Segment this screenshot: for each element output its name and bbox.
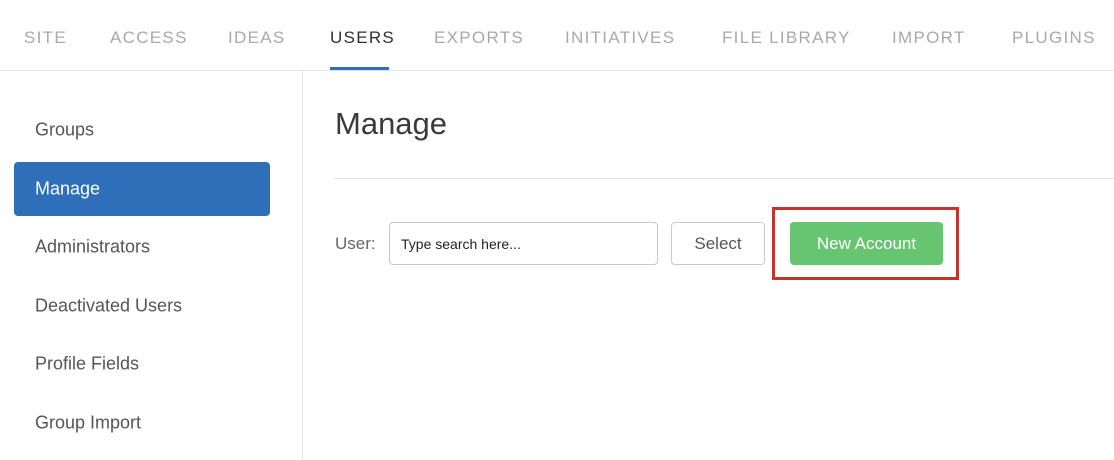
tab-exports[interactable]: EXPORTS	[434, 28, 524, 48]
tab-users[interactable]: USERS	[330, 28, 395, 48]
sidebar: Groups Manage Administrators Deactivated…	[0, 71, 303, 460]
sidebar-item-label: Profile Fields	[35, 353, 140, 374]
tab-file-library[interactable]: FILE LIBRARY	[722, 28, 851, 48]
user-field-label: User:	[335, 234, 376, 253]
select-button[interactable]: Select	[671, 222, 765, 265]
page-title: Manage	[335, 106, 448, 141]
sidebar-item-label: Group Import	[35, 412, 142, 433]
active-tab-indicator	[330, 67, 389, 70]
sidebar-item-label: Deactivated Users	[35, 295, 183, 316]
sidebar-item-administrators[interactable]: Administrators	[14, 220, 270, 274]
sidebar-item-label: Manage	[35, 178, 101, 199]
sidebar-item-groups[interactable]: Groups	[14, 103, 270, 157]
sidebar-item-label: Groups	[35, 119, 95, 140]
tab-import[interactable]: IMPORT	[892, 28, 966, 48]
sidebar-item-deactivated-users[interactable]: Deactivated Users	[14, 279, 270, 333]
new-account-button[interactable]: New Account	[790, 222, 943, 265]
sidebar-item-manage[interactable]: Manage	[14, 162, 270, 216]
sidebar-item-profile-fields[interactable]: Profile Fields	[14, 337, 270, 391]
tab-ideas[interactable]: IDEAS	[228, 28, 286, 48]
sidebar-item-label: Administrators	[35, 236, 151, 257]
title-divider	[334, 178, 1114, 179]
user-search-input[interactable]	[389, 222, 658, 265]
sidebar-item-group-import[interactable]: Group Import	[14, 396, 270, 450]
tab-initiatives[interactable]: INITIATIVES	[565, 28, 675, 48]
tab-access[interactable]: ACCESS	[110, 28, 188, 48]
top-navigation: SITE ACCESS IDEAS USERS EXPORTS INITIATI…	[0, 0, 1114, 71]
tab-plugins[interactable]: PLUGINS	[1012, 28, 1096, 48]
tab-site[interactable]: SITE	[24, 28, 67, 48]
